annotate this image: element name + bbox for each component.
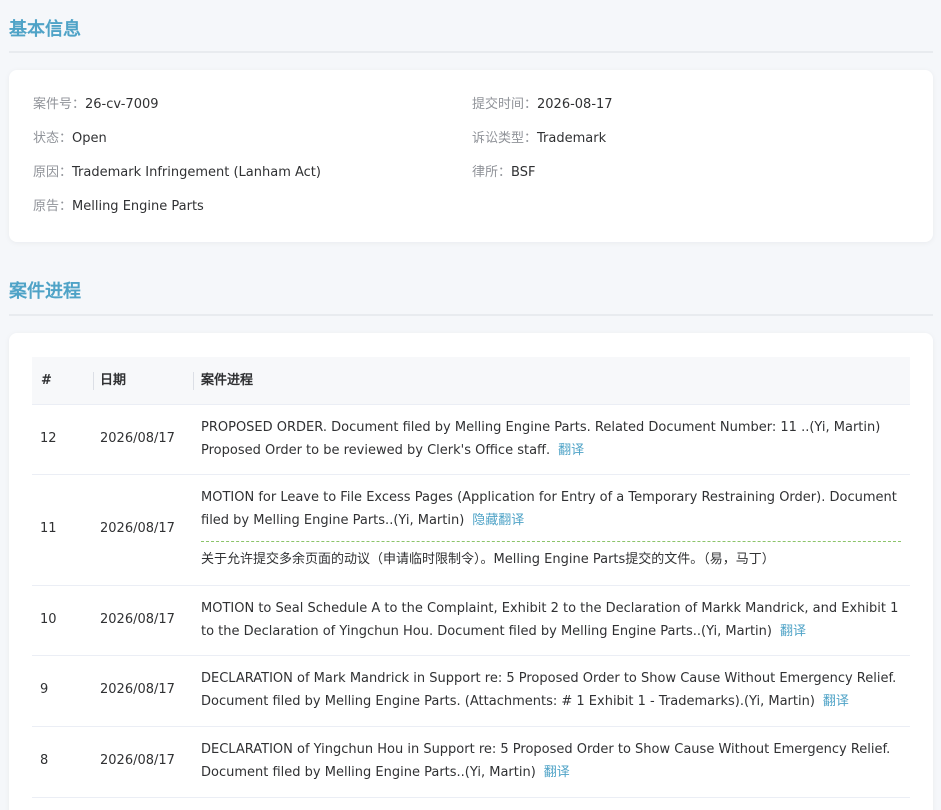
table-row: 8 2026/08/17 DECLARATION of Yingchun Hou… — [32, 727, 910, 798]
info-submit-time: 提交时间：2026-08-17 — [472, 97, 613, 112]
table-row: 9 2026/08/17 DECLARATION of Mark Mandric… — [32, 656, 910, 727]
row-translation: 关于允许提交多余页面的动议（申请临时限制令）。Melling Engine Pa… — [201, 552, 775, 567]
basic-info-divider — [9, 51, 933, 53]
row-number: 12 — [40, 431, 57, 446]
info-litigation-type: 诉讼类型：Trademark — [472, 131, 607, 146]
table-row: 11 2026/08/17 MOTION for Leave to File E… — [32, 475, 910, 586]
info-plaintiff: 原告：Melling Engine Parts — [33, 199, 204, 214]
row-number: 9 — [40, 682, 49, 697]
hide-translation-link[interactable]: 隐藏翻译 — [472, 513, 524, 528]
basic-info-title: 基本信息 — [9, 19, 81, 40]
progress-card: # 日期 案件进程 12 2026/08/17 PROPOSED ORDER. … — [9, 333, 933, 810]
info-status: 状态：Open — [33, 131, 107, 146]
row-number: 8 — [40, 753, 49, 768]
row-content: DECLARATION of Yingchun Hou in Support r… — [201, 742, 891, 780]
table-row: 10 2026/08/17 MOTION to Seal Schedule A … — [32, 586, 910, 656]
progress-title: 案件进程 — [9, 281, 81, 302]
header-content: 案件进程 — [201, 373, 254, 388]
table-header: # 日期 案件进程 — [32, 357, 910, 405]
translate-link[interactable]: 翻译 — [544, 765, 570, 780]
row-date: 2026/08/17 — [100, 521, 175, 536]
header-date: 日期 — [100, 373, 127, 388]
row-date: 2026/08/17 — [100, 612, 175, 627]
translation-divider — [201, 541, 901, 542]
row-content: PROPOSED ORDER. Document filed by Mellin… — [201, 420, 881, 458]
header-separator — [193, 372, 194, 390]
info-cause: 原因：Trademark Infringement (Lanham Act) — [33, 165, 321, 180]
row-content: MOTION for Leave to File Excess Pages (A… — [201, 490, 897, 528]
row-content: MOTION to Seal Schedule A to the Complai… — [201, 601, 899, 639]
info-case-number: 案件号：26-cv-7009 — [33, 97, 159, 112]
row-content: DECLARATION of Mark Mandrick in Support … — [201, 671, 897, 709]
row-date: 2026/08/17 — [100, 431, 175, 446]
row-number: 11 — [40, 521, 57, 536]
table-row: 12 2026/08/17 PROPOSED ORDER. Document f… — [32, 405, 910, 475]
header-num: # — [41, 373, 52, 388]
row-date: 2026/08/17 — [100, 682, 175, 697]
header-separator — [93, 372, 94, 390]
row-date: 2026/08/17 — [100, 753, 175, 768]
progress-divider — [9, 314, 933, 316]
translate-link[interactable]: 翻译 — [558, 443, 584, 458]
row-number: 10 — [40, 612, 57, 627]
translate-link[interactable]: 翻译 — [780, 624, 806, 639]
info-law-firm: 律所：BSF — [472, 165, 536, 180]
basic-info-card: 案件号：26-cv-7009 提交时间：2026-08-17 状态：Open 诉… — [9, 70, 933, 242]
translate-link[interactable]: 翻译 — [823, 694, 849, 709]
